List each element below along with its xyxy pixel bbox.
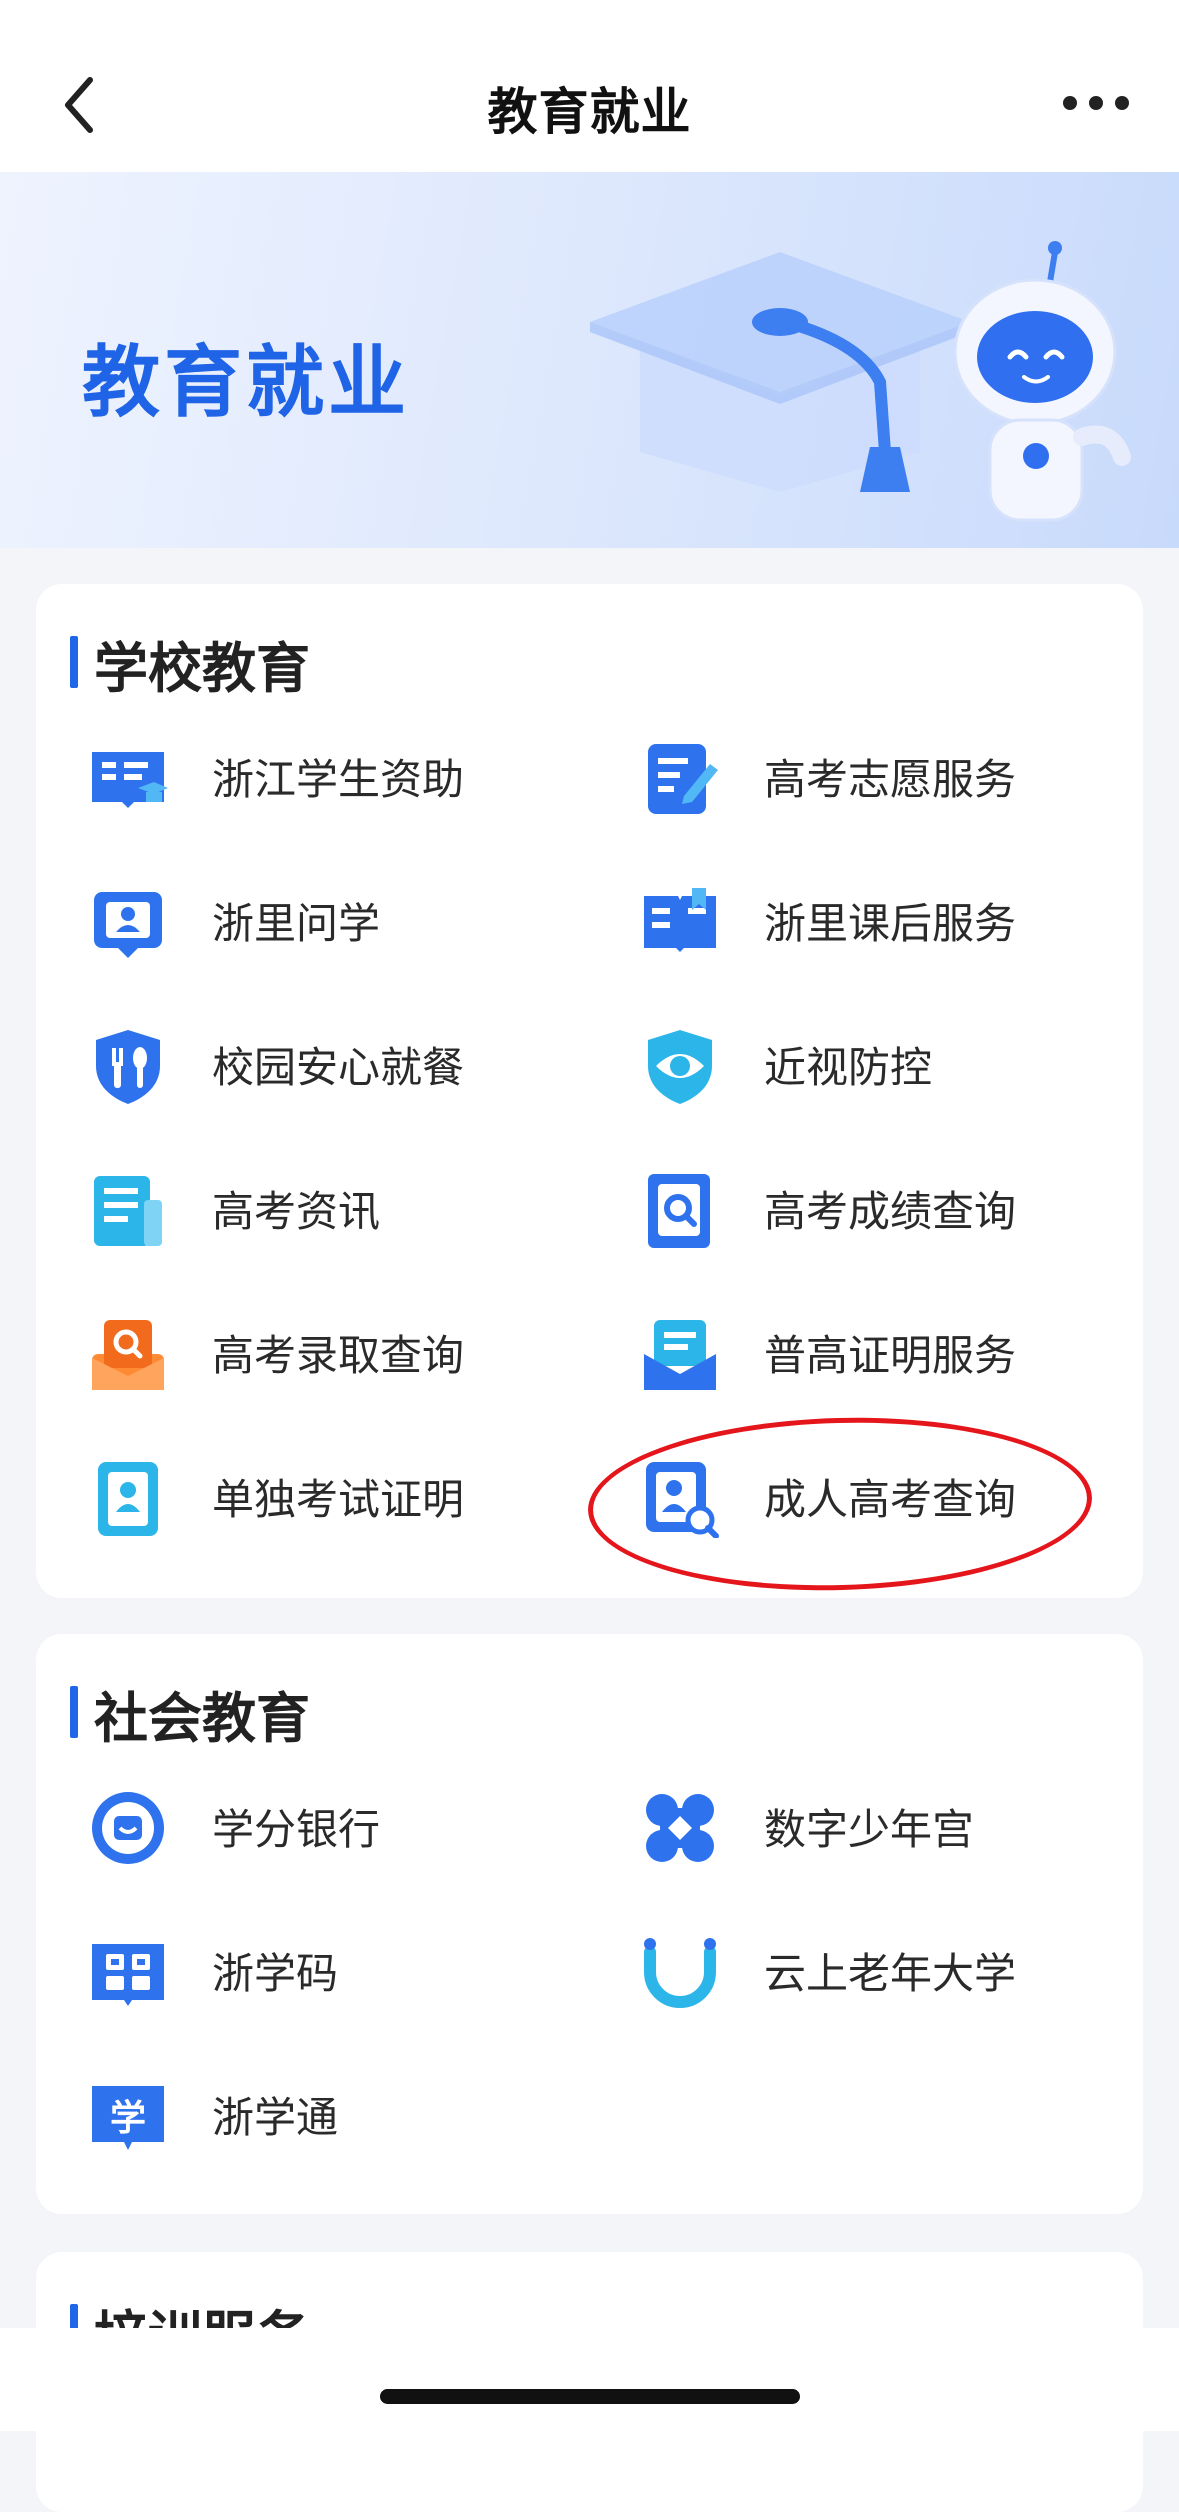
application-form-pen-icon [648,744,718,814]
item-single-exam-certificate[interactable]: 单独考试证明 [88,1442,608,1542]
score-search-icon [648,1174,710,1248]
section-title-school: 学校教育 [94,637,310,700]
item-high-school-certificate-service[interactable]: 普高证明服务 [640,1298,1160,1398]
item-label: 数字少年宫 [764,1805,975,1854]
shield-eye-icon [648,1030,712,1104]
item-label: 云上老年大学 [764,1949,1017,1998]
item-label: 高考资讯 [212,1187,381,1236]
item-myopia-prevention[interactable]: 近视防控 [640,1010,1160,1110]
item-zhexue-tong[interactable]: 学 浙学通 [88,2060,608,2160]
more-options-icon[interactable] [1062,86,1130,120]
item-zhejiang-student-aid[interactable]: 浙江学生资助 [88,722,608,822]
item-label: 近视防控 [764,1043,933,1092]
open-book-bookmark-icon [644,888,716,952]
item-label: 普高证明服务 [764,1331,1017,1380]
item-label: 浙里课后服务 [764,899,1017,948]
item-label: 浙江学生资助 [212,755,465,804]
item-gaokao-admission-query[interactable]: 高考录取查询 [88,1298,608,1398]
item-campus-safe-dining[interactable]: 校园安心就餐 [88,1010,608,1110]
item-label: 学分银行 [212,1805,381,1854]
item-label: 高考志愿服务 [764,755,1017,804]
item-label: 浙学通 [212,2093,339,2142]
study-character-icon: 学 [92,2086,164,2150]
page-title: 教育就业 [487,83,692,141]
hero-title: 教育就业 [82,338,411,428]
certificate-person-icon [94,892,162,958]
section-accent-bar [70,636,78,688]
admission-envelope-icon [92,1320,164,1390]
item-credit-bank[interactable]: 学分银行 [88,1772,608,1872]
item-gaokao-score-query[interactable]: 高考成绩查询 [640,1154,1160,1254]
news-document-icon [94,1176,162,1246]
section-title-social: 社会教育 [94,1687,310,1750]
item-zheli-after-school-service[interactable]: 浙里课后服务 [640,866,1160,966]
id-badge-icon [98,1462,158,1536]
item-label: 校园安心就餐 [212,1043,465,1092]
item-zheli-wenxue[interactable]: 浙里问学 [88,866,608,966]
student-aid-book-icon [92,752,168,808]
item-gaokao-news[interactable]: 高考资讯 [88,1154,608,1254]
item-label: 浙里问学 [212,899,381,948]
svg-text:学: 学 [110,2097,146,2139]
item-zhexue-code[interactable]: 浙学码 [88,1916,608,2016]
item-cloud-senior-university[interactable]: 云上老年大学 [640,1916,1160,2016]
home-indicator[interactable] [380,2389,800,2404]
item-label: 高考成绩查询 [764,1187,1017,1236]
bottom-safe-area [0,2328,1179,2431]
top-navigation-bar: 教育就业 [0,0,1179,172]
credit-bank-coin-icon [92,1792,164,1864]
shield-fork-knife-icon [96,1030,160,1104]
item-gaokao-application-service[interactable]: 高考志愿服务 [640,722,1160,822]
item-label: 单独考试证明 [212,1475,465,1524]
qr-code-book-icon [92,1944,164,2006]
item-label: 高考录取查询 [212,1331,465,1380]
graduation-cap-robot-illustration [590,241,1131,522]
social-education-card: 社会教育 学分银行 数字少年宫 浙学码 云上老年大学 学 浙学通 [36,1634,1143,2214]
item-label: 浙学码 [212,1949,339,1998]
item-digital-youth-palace[interactable]: 数字少年宫 [640,1772,1160,1872]
certificate-envelope-icon [644,1320,716,1390]
puzzle-cross-icon [646,1794,714,1862]
smile-horseshoe-icon [644,1938,716,2008]
section-accent-bar [70,1686,78,1738]
hero-banner: 教育就业 [0,172,1179,548]
